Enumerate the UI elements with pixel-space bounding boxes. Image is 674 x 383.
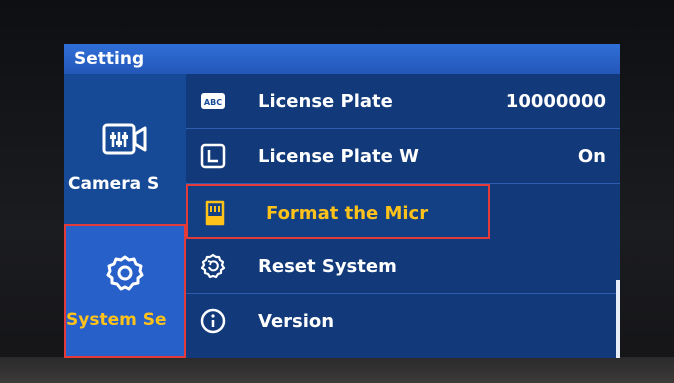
device-bezel-bottom xyxy=(0,357,674,383)
list-item-label: License Plate xyxy=(258,91,393,112)
abc-icon: ABC xyxy=(201,93,225,109)
list-item-license-plate-w[interactable]: License Plate W On xyxy=(186,129,620,184)
settings-list: ABC License Plate 10000000 License Plate… xyxy=(186,74,620,358)
list-item-value: On xyxy=(577,146,606,167)
camera-settings-icon xyxy=(102,123,147,155)
settings-screen: Setting Camera S System Se ABC License P… xyxy=(64,44,620,358)
list-item-license-plate[interactable]: ABC License Plate 10000000 xyxy=(186,74,620,129)
sidebar: Camera S System Se xyxy=(64,74,186,358)
list-item-value: 10000000 xyxy=(505,91,606,112)
corner-l-icon xyxy=(200,143,226,169)
list-item-version[interactable]: Version xyxy=(186,294,620,349)
gear-icon xyxy=(106,255,144,291)
list-item-label: License Plate W xyxy=(258,146,419,167)
list-item-label: Format the Micr xyxy=(266,203,429,224)
sidebar-item-camera-settings[interactable]: Camera S xyxy=(64,74,186,220)
list-item-label: Reset System xyxy=(258,256,397,277)
list-item-reset-system[interactable]: Reset System xyxy=(186,239,620,294)
scrollbar[interactable] xyxy=(616,280,620,358)
sd-card-icon xyxy=(205,200,225,226)
info-icon xyxy=(200,308,226,334)
list-item-format-micro-sd[interactable]: Format the Micr xyxy=(186,184,490,239)
sidebar-item-label: System Se xyxy=(66,310,167,330)
sidebar-item-label: Camera S xyxy=(68,174,160,194)
sidebar-item-system-settings[interactable]: System Se xyxy=(64,224,186,358)
reset-gear-icon xyxy=(200,253,226,279)
svg-text:ABC: ABC xyxy=(204,98,222,107)
list-item-label: Version xyxy=(258,311,335,332)
page-title: Setting xyxy=(64,44,620,74)
